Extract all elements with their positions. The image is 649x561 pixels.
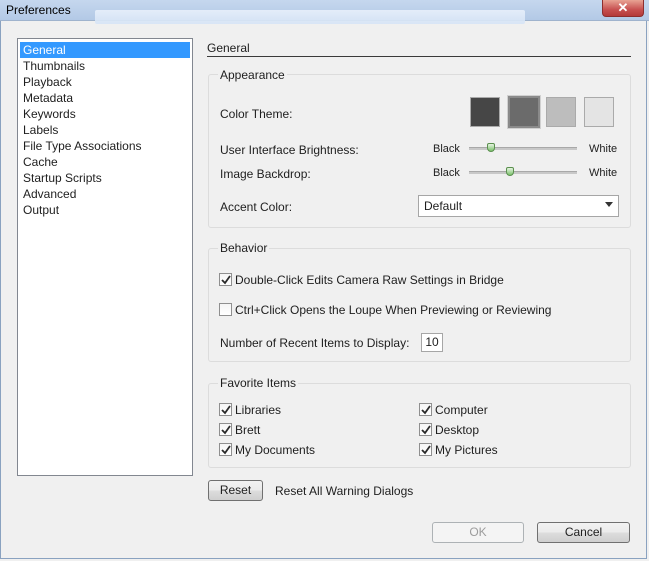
image-backdrop-min-label: Black — [433, 167, 460, 179]
sidebar-item-file-type-associations[interactable]: File Type Associations — [20, 138, 190, 154]
sidebar-item-labels[interactable]: Labels — [20, 122, 190, 138]
favorite-my-pictures-label[interactable]: My Pictures — [435, 443, 498, 457]
theme-swatch-dark[interactable] — [507, 95, 541, 129]
checkmark-icon — [221, 445, 231, 455]
theme-swatch-darkest[interactable] — [470, 97, 500, 127]
recent-items-label: Number of Recent Items to Display: — [220, 336, 410, 350]
favorite-desktop-checkbox[interactable] — [419, 423, 432, 436]
sidebar-item-general[interactable]: General — [20, 42, 190, 58]
checkmark-icon — [221, 425, 231, 435]
title-bar-highlight — [95, 10, 525, 24]
favorite-my-documents-label[interactable]: My Documents — [235, 443, 315, 457]
image-backdrop-label: Image Backdrop: — [220, 167, 311, 181]
sidebar-item-metadata[interactable]: Metadata — [20, 90, 190, 106]
double-click-label[interactable]: Double-Click Edits Camera Raw Settings i… — [235, 273, 504, 287]
checkmark-icon — [421, 405, 431, 415]
ui-brightness-slider-thumb[interactable] — [486, 143, 495, 152]
favorite-desktop-label[interactable]: Desktop — [435, 423, 479, 437]
window-title: Preferences — [6, 3, 71, 17]
image-backdrop-max-label: White — [589, 167, 618, 179]
favorite-brett-checkbox[interactable] — [219, 423, 232, 436]
checkmark-icon — [221, 275, 231, 285]
behavior-group-label: Behavior — [218, 241, 270, 255]
ui-brightness-min-label: Black — [433, 143, 460, 155]
ui-brightness-label: User Interface Brightness: — [220, 143, 359, 157]
accent-color-label: Accent Color: — [220, 200, 293, 214]
panel-title-divider — [207, 56, 631, 57]
category-list[interactable]: General Thumbnails Playback Metadata Key… — [17, 38, 193, 476]
accent-color-value: Default — [424, 199, 463, 213]
recent-items-input[interactable]: 10 — [421, 333, 443, 352]
theme-swatch-lightest[interactable] — [584, 97, 614, 127]
favorite-computer-checkbox[interactable] — [419, 403, 432, 416]
favorite-my-pictures-checkbox[interactable] — [419, 443, 432, 456]
appearance-group-label: Appearance — [218, 68, 287, 82]
double-click-checkbox[interactable] — [219, 273, 232, 286]
ui-brightness-track[interactable] — [469, 147, 577, 150]
chevron-down-icon — [605, 202, 613, 207]
close-button[interactable]: ✕ — [602, 0, 644, 17]
reset-button[interactable]: Reset — [208, 480, 263, 501]
panel-title: General — [207, 41, 250, 55]
favorite-computer-label[interactable]: Computer — [435, 403, 488, 417]
title-bar[interactable]: Preferences ✕ — [0, 0, 649, 24]
favorite-libraries-label[interactable]: Libraries — [235, 403, 281, 417]
ctrl-click-label[interactable]: Ctrl+Click Opens the Loupe When Previewi… — [235, 303, 551, 317]
checkmark-icon — [221, 405, 231, 415]
reset-description: Reset All Warning Dialogs — [275, 484, 414, 498]
ctrl-click-checkbox[interactable] — [219, 303, 232, 316]
sidebar-item-playback[interactable]: Playback — [20, 74, 190, 90]
cancel-button[interactable]: Cancel — [537, 522, 630, 543]
favorite-brett-label[interactable]: Brett — [235, 423, 260, 437]
favorite-libraries-checkbox[interactable] — [219, 403, 232, 416]
sidebar-item-thumbnails[interactable]: Thumbnails — [20, 58, 190, 74]
ok-button[interactable]: OK — [432, 522, 524, 543]
sidebar-item-output[interactable]: Output — [20, 202, 190, 218]
checkmark-icon — [421, 445, 431, 455]
close-icon: ✕ — [617, 0, 629, 15]
ui-brightness-max-label: White — [589, 143, 618, 155]
sidebar-item-keywords[interactable]: Keywords — [20, 106, 190, 122]
favorite-my-documents-checkbox[interactable] — [219, 443, 232, 456]
color-theme-label: Color Theme: — [220, 107, 293, 121]
sidebar-item-startup-scripts[interactable]: Startup Scripts — [20, 170, 190, 186]
sidebar-item-cache[interactable]: Cache — [20, 154, 190, 170]
image-backdrop-slider-thumb[interactable] — [506, 167, 515, 176]
theme-swatch-light[interactable] — [546, 97, 576, 127]
checkmark-icon — [421, 425, 431, 435]
accent-color-dropdown[interactable]: Default — [418, 195, 619, 217]
sidebar-item-advanced[interactable]: Advanced — [20, 186, 190, 202]
favorites-group-label: Favorite Items — [218, 376, 299, 390]
image-backdrop-track[interactable] — [469, 171, 577, 174]
